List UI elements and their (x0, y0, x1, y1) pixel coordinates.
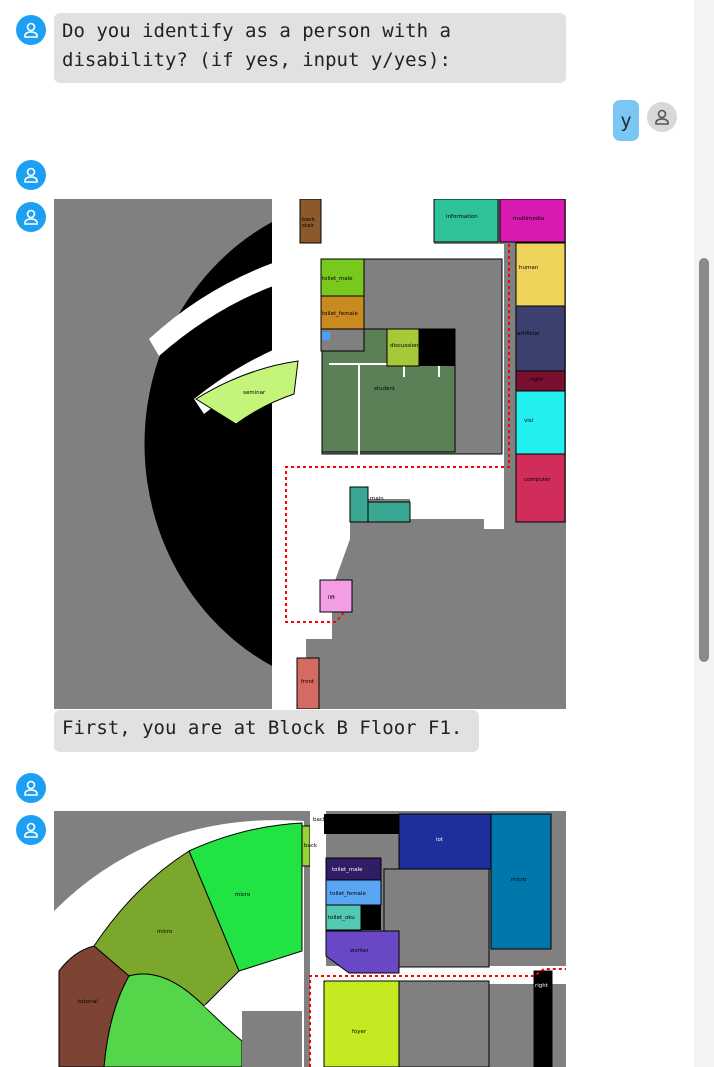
bot-avatar (16, 15, 46, 45)
label-discussion-room: discussion (390, 343, 419, 349)
label-main-stair: main (370, 496, 384, 502)
label-toilet-female: toilet_female (330, 891, 366, 897)
label-micro-lab-4: micro (235, 892, 251, 898)
person-icon (24, 22, 38, 38)
label-right-stair: right (530, 377, 544, 383)
bot-avatar (16, 202, 46, 232)
floor-map-2: back back iot micro micro micro tutorial… (54, 811, 566, 1067)
label-back-stair: back (304, 843, 318, 849)
person-icon (655, 109, 669, 125)
label-student-lounge: student (374, 386, 396, 392)
user-avatar (647, 102, 677, 132)
person-icon (24, 822, 38, 838)
user-reply-message: y (613, 100, 639, 141)
label-front-stair: front (301, 679, 315, 685)
person-icon (24, 209, 38, 225)
person-icon (24, 167, 38, 183)
bot-caption-message: First, you are at Block B Floor F1. (54, 710, 479, 752)
label-back-stair-2: stair (302, 223, 315, 229)
label-toilet-male: toilet_male (332, 867, 363, 873)
label-toilet-female: toilet_female (322, 311, 358, 317)
label-iot-lab: iot (436, 837, 444, 843)
label-micro-lab-5: micro (511, 877, 527, 883)
label-micro-lab-3: micro (157, 929, 173, 935)
label-toilet-male: toilet_male (322, 276, 353, 282)
label-back-entrance: back (313, 817, 327, 823)
label-tutorial-room: tutorial (78, 999, 98, 1005)
floor-map-2-svg: back back iot micro micro micro tutorial… (54, 811, 566, 1067)
label-visi-lab: visi (524, 418, 534, 424)
scrollbar-track[interactable] (694, 0, 714, 1067)
bot-avatar (16, 773, 46, 803)
label-information-lab: information (446, 214, 478, 220)
label-toilet-oku: toilet_oku (328, 915, 355, 921)
label-lift: lift (328, 595, 336, 601)
label-multimedia-lab: multimedia (513, 216, 544, 222)
label-ai-lab: artificial (517, 331, 540, 337)
label-computer-systems-lab: computer (524, 477, 551, 483)
bot-question-message: Do you identify as a person with a disab… (54, 13, 566, 83)
floor-map-block-b-f1: back stair information multimedia human … (54, 199, 566, 709)
label-foyer: foyer (352, 1029, 367, 1035)
bot-avatar (16, 815, 46, 845)
label-right-stair: right (535, 983, 549, 989)
floor-map-1-svg: back stair information multimedia human … (54, 199, 566, 709)
label-hci-lab: human (519, 265, 539, 271)
label-worker-office: worker (350, 948, 369, 954)
bot-avatar (16, 160, 46, 190)
label-seminar-room: seminar (243, 390, 266, 396)
person-icon (24, 780, 38, 796)
scrollbar-thumb[interactable] (699, 258, 709, 662)
